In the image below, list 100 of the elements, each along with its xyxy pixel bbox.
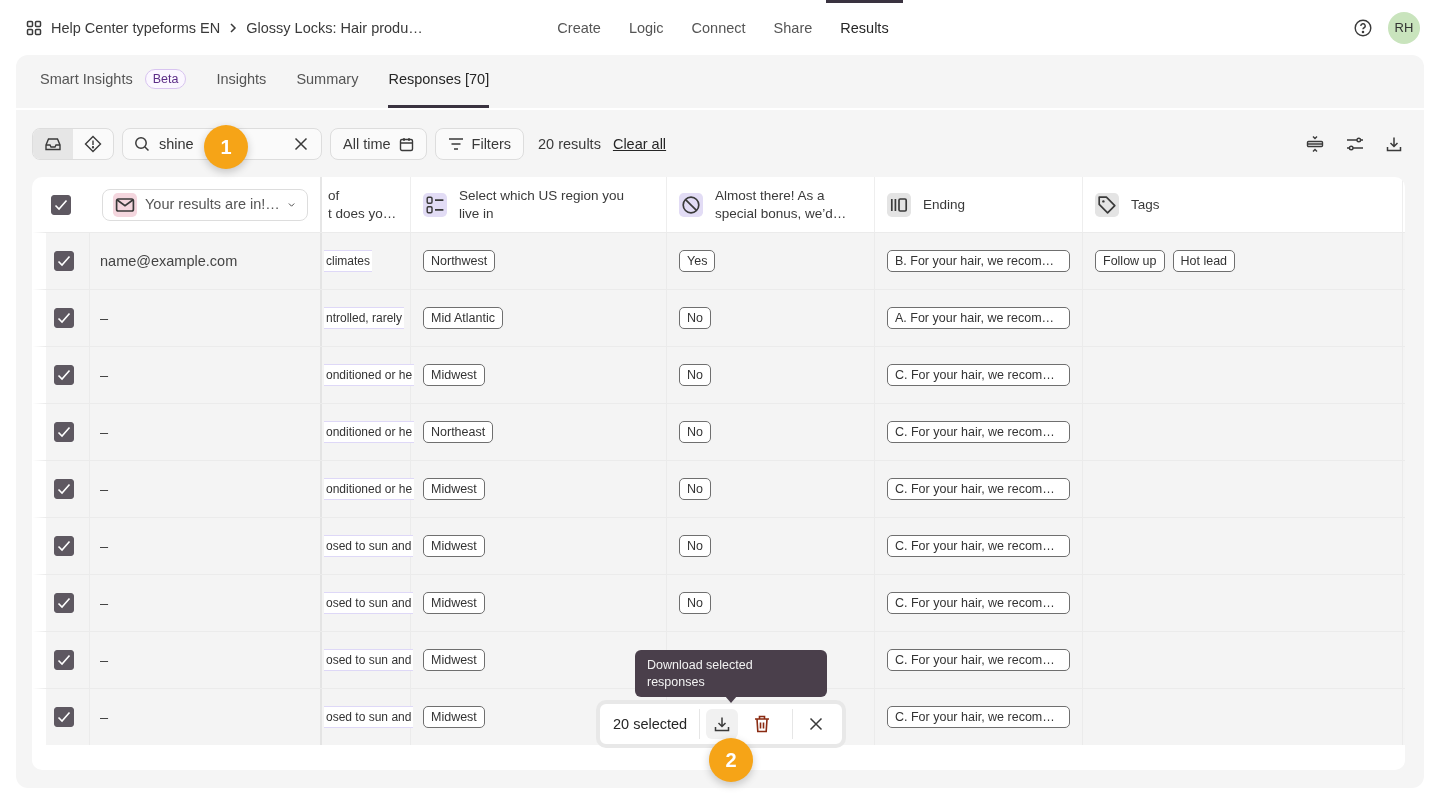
help-icon[interactable]: [1354, 18, 1372, 37]
table-cell: –: [100, 595, 109, 611]
answer-tag: No: [679, 307, 711, 329]
nav-tab[interactable]: Share: [759, 0, 827, 55]
tab[interactable]: Insights: [216, 55, 267, 108]
column-header: Tags: [1131, 195, 1160, 214]
ending-tag: C. For your hair, we recom…: [887, 478, 1070, 500]
checkbox[interactable]: [54, 251, 74, 271]
ending-icon: [887, 192, 911, 217]
question-dropdown[interactable]: Your results are in!…: [102, 188, 308, 221]
multiple-choice-icon: [423, 192, 447, 217]
answer-tag: No: [679, 421, 711, 443]
clear-all-link[interactable]: Clear all: [612, 136, 667, 152]
table-cell: –: [100, 538, 109, 554]
checkbox[interactable]: [54, 707, 74, 727]
column-header: Ending: [923, 195, 966, 214]
close-icon[interactable]: [808, 717, 823, 731]
ending-tag: C. For your hair, we recom…: [887, 706, 1070, 728]
column-header: Select which US region you live in: [459, 186, 626, 223]
checkmark-icon: [57, 711, 71, 723]
caret-down-icon: [287, 200, 295, 209]
answer-tag: Midwest: [423, 706, 485, 728]
checkbox[interactable]: [54, 365, 74, 385]
ending-tag: C. For your hair, we recom…: [887, 535, 1070, 557]
close-icon[interactable]: [294, 137, 308, 151]
checkbox[interactable]: [54, 308, 74, 328]
answer-tag: onditioned or he: [324, 364, 415, 386]
table-cell: –: [100, 310, 109, 326]
nav-tab[interactable]: Create: [543, 0, 615, 55]
yes-no-icon: [679, 192, 703, 217]
form-title[interactable]: Glossy Locks: Hair produ…: [246, 19, 423, 36]
download-icon[interactable]: [714, 716, 731, 732]
download-button[interactable]: [706, 709, 739, 739]
checkbox[interactable]: [54, 536, 74, 556]
tab[interactable]: Responses [70]: [388, 55, 490, 108]
envelope-icon: [113, 192, 137, 217]
ending-tag: A. For your hair, we recom…: [887, 307, 1070, 329]
download-icon[interactable]: [1386, 136, 1402, 152]
nav-tab[interactable]: Logic: [614, 0, 678, 55]
answer-tag: Northeast: [423, 421, 494, 443]
calendar-icon: [398, 136, 414, 152]
answer-tag: onditioned or he: [324, 478, 415, 500]
result-count: 20 results: [538, 136, 601, 152]
answer-tag: No: [679, 592, 711, 614]
checkbox[interactable]: [51, 194, 71, 215]
answer-tag: Midwest: [423, 592, 485, 614]
answer-tag: Midwest: [423, 478, 485, 500]
answer-tag: osed to sun and: [324, 592, 414, 614]
table-cell: name@example.com: [100, 253, 238, 269]
answer-tag: No: [679, 364, 711, 386]
delete-icon[interactable]: [754, 715, 771, 733]
ending-tag: B. For your hair, we recom…: [887, 250, 1070, 272]
checkbox[interactable]: [54, 479, 74, 499]
column-header: of t does yo…: [328, 186, 397, 223]
row-height-icon[interactable]: [1306, 135, 1324, 153]
tooltip-pointer-icon: [725, 696, 737, 703]
inbox-icon: [44, 136, 62, 152]
grid-icon[interactable]: [26, 19, 42, 36]
tag-icon: [1095, 192, 1119, 217]
answer-tag: osed to sun and: [324, 535, 414, 557]
checkmark-icon: [57, 597, 71, 609]
ending-tag: C. For your hair, we recom…: [887, 364, 1070, 386]
answer-tag: Northwest: [423, 250, 496, 272]
answer-tag: No: [679, 535, 711, 557]
tab[interactable]: Smart Insights Beta: [40, 55, 187, 108]
nav-tab[interactable]: Connect: [677, 0, 760, 55]
date-filter-button[interactable]: All time: [330, 128, 427, 160]
table-cell: –: [100, 652, 109, 668]
column-header: Almost there! As a special bonus, we’d…: [715, 186, 848, 223]
selected-count: 20 selected: [613, 709, 701, 739]
answer-tag: Midwest: [423, 364, 485, 386]
table-cell: –: [100, 481, 109, 497]
chevron-right-icon: [229, 22, 238, 33]
answer-tag: Midwest: [423, 649, 485, 671]
checkmark-icon: [57, 312, 71, 324]
answer-tag: Mid Atlantic: [423, 307, 503, 329]
checkmark-icon: [57, 483, 71, 495]
search-icon: [134, 136, 150, 152]
filter-icon: [447, 138, 464, 150]
answer-tag: ntrolled, rarely: [324, 307, 405, 329]
settings-sliders-icon[interactable]: [1346, 136, 1364, 152]
answer-tag: osed to sun and: [324, 706, 414, 728]
tooltip: Download selected responses: [635, 650, 827, 697]
tag[interactable]: Follow up: [1095, 250, 1165, 272]
ending-tag: C. For your hair, we recom…: [887, 592, 1070, 614]
checkmark-icon: [57, 654, 71, 666]
filters-button[interactable]: Filters: [434, 128, 525, 160]
checkbox[interactable]: [54, 593, 74, 613]
checkbox[interactable]: [54, 650, 74, 670]
user-avatar[interactable]: RH: [1388, 11, 1420, 44]
tab[interactable]: Summary: [296, 55, 359, 108]
checkbox[interactable]: [54, 422, 74, 442]
view-toggle[interactable]: [33, 129, 73, 159]
workspace-link[interactable]: Help Center typeforms EN: [51, 19, 221, 36]
answer-tag: climates: [324, 250, 372, 272]
answer-tag: No: [679, 478, 711, 500]
tag[interactable]: Hot lead: [1172, 250, 1236, 272]
checkmark-icon: [54, 198, 68, 211]
answer-tag: osed to sun and: [324, 649, 414, 671]
checkmark-icon: [57, 540, 71, 552]
